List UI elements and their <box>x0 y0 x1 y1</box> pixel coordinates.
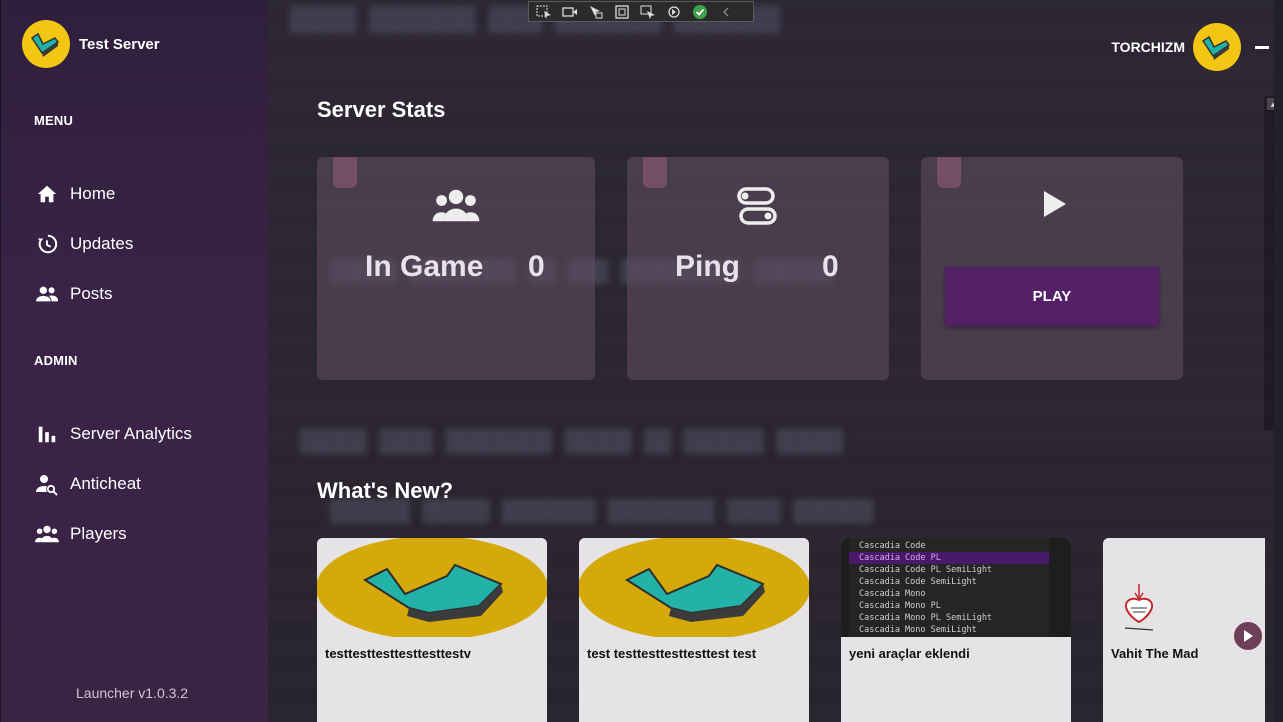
news-image: Cascadia Code Cascadia Code PL Cascadia … <box>841 538 1071 637</box>
font-list-item: Cascadia Code <box>859 541 926 551</box>
ping-card: Ping 0 <box>627 157 889 380</box>
app-brand: Test Server <box>22 20 160 68</box>
app-title: Test Server <box>79 35 160 53</box>
sidebar-item-label: Server Analytics <box>70 424 192 443</box>
sidebar-item-label: Posts <box>70 284 113 303</box>
sidebar: Test Server MENU Home Updates Posts ADMI… <box>0 0 268 722</box>
card-tab <box>333 157 357 188</box>
whats-new-title: What's New? <box>317 478 454 503</box>
in-game-label: In Game <box>365 250 484 283</box>
route-icon <box>735 187 779 232</box>
in-game-card: In Game 0 <box>317 157 595 380</box>
sidebar-item-players[interactable]: Players <box>35 522 127 546</box>
font-list-item: Cascadia Mono <box>859 589 926 599</box>
news-title: Vahit The Mad <box>1111 646 1199 661</box>
news-title: yeni araçlar eklendi <box>849 646 970 661</box>
news-card[interactable]: test testtesttesttesttest test <box>579 538 809 722</box>
carousel-next-button[interactable] <box>1232 620 1264 652</box>
news-title: test testtesttesttesttest test <box>587 646 757 661</box>
sidebar-item-updates[interactable]: Updates <box>35 232 133 256</box>
play-button[interactable]: PLAY <box>945 267 1159 326</box>
main-content: Server Stats In Game 0 Ping 0 PLAY What'… <box>268 0 1283 722</box>
group-icon <box>431 187 481 228</box>
news-image <box>579 538 809 640</box>
server-stats-title: Server Stats <box>317 97 446 122</box>
window-edge <box>1274 0 1283 722</box>
bar-chart-icon <box>35 422 59 446</box>
news-title: testtesttesttesttesttestv <box>325 646 471 661</box>
sidebar-item-label: Players <box>70 524 127 543</box>
ping-value: 0 <box>822 250 839 283</box>
sidebar-item-label: Updates <box>70 234 134 253</box>
person-search-icon <box>35 472 59 496</box>
font-list-item: Cascadia Mono PL SemiLight <box>859 613 993 623</box>
sidebar-item-anticheat[interactable]: Anticheat <box>35 472 141 496</box>
sidebar-item-home[interactable]: Home <box>35 182 115 206</box>
history-icon <box>35 232 59 256</box>
ping-label: Ping <box>675 250 740 283</box>
news-card[interactable]: testtesttesttesttesttestv <box>317 538 547 722</box>
app-version: Launcher v1.0.3.2 <box>76 685 189 701</box>
sidebar-item-server-analytics[interactable]: Server Analytics <box>35 422 192 446</box>
app-logo <box>22 20 70 68</box>
card-tab <box>643 157 667 188</box>
menu-section-label: MENU <box>34 113 74 128</box>
news-card[interactable]: Cascadia Code Cascadia Code PL Cascadia … <box>841 538 1071 722</box>
play-card: PLAY <box>921 157 1183 380</box>
home-icon <box>35 182 59 206</box>
sidebar-item-label: Home <box>70 184 116 203</box>
admin-section-label: ADMIN <box>34 353 78 368</box>
font-list-item: Cascadia Code SemiLight <box>859 577 977 587</box>
in-game-value: 0 <box>528 250 545 283</box>
font-list-item: Cascadia Code PL <box>849 552 1049 564</box>
people-icon <box>35 282 59 306</box>
group-icon <box>35 522 59 546</box>
font-list-item: Cascadia Mono PL <box>859 601 941 611</box>
sidebar-item-label: Anticheat <box>70 474 141 493</box>
news-image <box>317 538 547 640</box>
card-tab <box>937 157 961 188</box>
sidebar-item-posts[interactable]: Posts <box>35 282 113 306</box>
font-list-item: Cascadia Code PL SemiLight <box>859 565 993 575</box>
font-list-item: Cascadia Mono SemiLight <box>859 625 977 635</box>
play-icon <box>1043 190 1067 223</box>
